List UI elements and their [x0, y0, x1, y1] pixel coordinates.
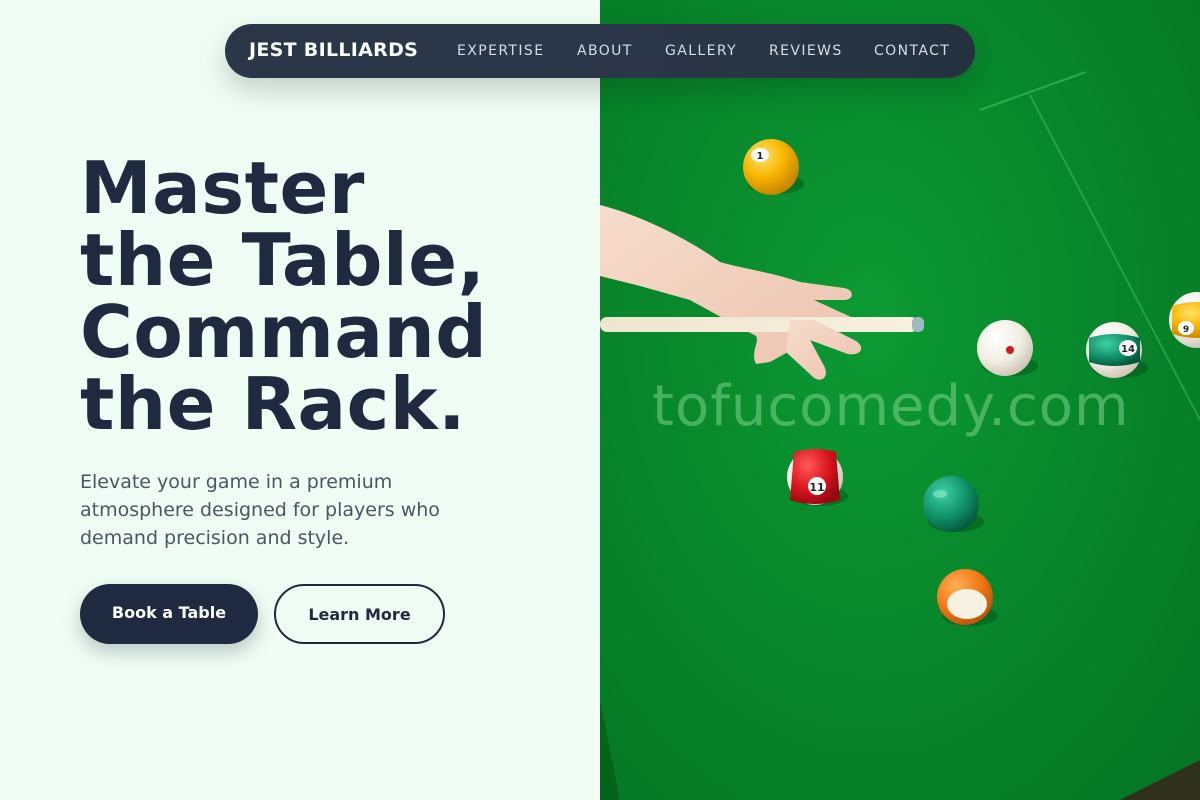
headline-line: Command: [80, 290, 488, 374]
hero-image: 1 14 9 11 tofucomedy.com: [600, 0, 1200, 800]
hero-headline: Master the Table, Command the Rack.: [80, 152, 580, 440]
navbar: JEST BILLIARDS EXPERTISE ABOUT GALLERY R…: [225, 24, 975, 78]
nav-link-reviews[interactable]: REVIEWS: [769, 43, 843, 59]
headline-line: the Rack.: [80, 362, 467, 446]
ball-number: 9: [1183, 325, 1189, 335]
ball-number: 1: [757, 151, 764, 162]
hero-subtext: Elevate your game in a premium atmospher…: [80, 471, 440, 549]
teal-striped-ball: 14: [1086, 322, 1142, 378]
book-table-button[interactable]: Book a Table: [80, 584, 258, 644]
nav-link-expertise[interactable]: EXPERTISE: [457, 43, 544, 59]
nav-link-about[interactable]: ABOUT: [577, 43, 633, 59]
ball-number: 11: [809, 481, 824, 494]
teal-ball: [923, 476, 979, 532]
nav-link-gallery[interactable]: GALLERY: [665, 43, 737, 59]
headline-line: Master: [80, 146, 365, 230]
orange-ball: [937, 569, 993, 625]
learn-more-button[interactable]: Learn More: [274, 584, 445, 644]
hero-content: Master the Table, Command the Rack. Elev…: [0, 0, 600, 800]
ball-number: 14: [1121, 344, 1135, 355]
red-striped-ball: 11: [787, 449, 843, 505]
watermark-text: tofucomedy.com: [652, 374, 1130, 439]
brand-logo[interactable]: JEST BILLIARDS: [249, 39, 418, 61]
yellow-ball: 1: [743, 139, 799, 195]
nav-link-contact[interactable]: CONTACT: [874, 43, 950, 59]
headline-line: the Table,: [80, 218, 486, 302]
cue-ball: [977, 320, 1033, 376]
yellow-striped-ball: 9: [1169, 292, 1200, 348]
